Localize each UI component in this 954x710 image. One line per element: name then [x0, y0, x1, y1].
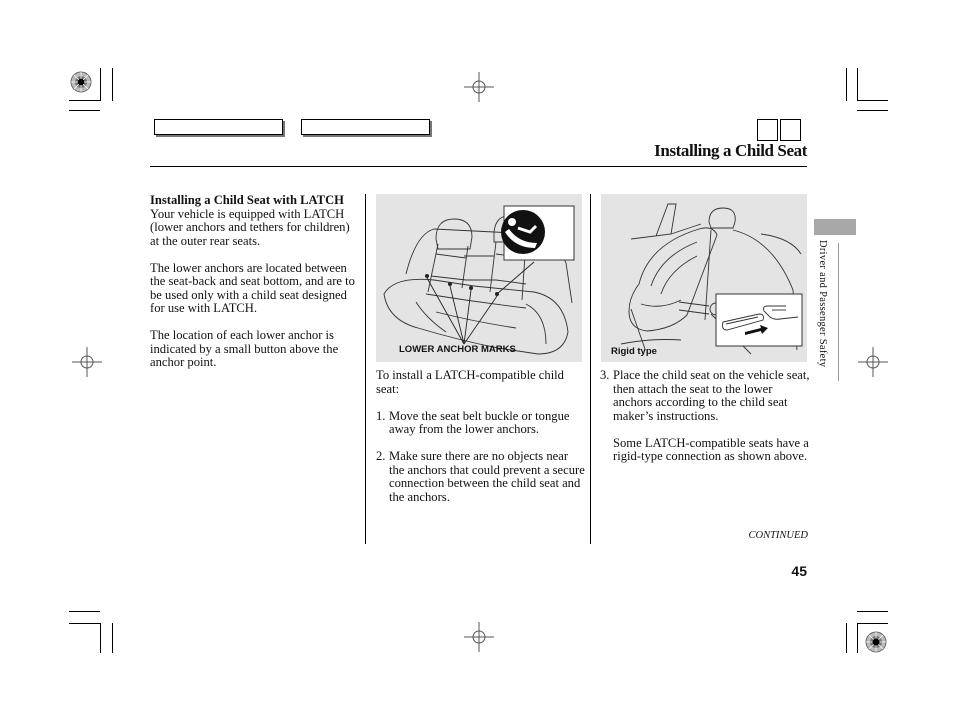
step-text: Move the seat belt buckle or tongue away…: [389, 408, 570, 436]
paragraph: To install a LATCH-compatible child seat…: [376, 368, 564, 396]
step-3: 3. Place the child seat on the vehicle s…: [600, 368, 810, 423]
page-number: 45: [791, 563, 807, 579]
step-1: 1. Move the seat belt buckle or tongue a…: [376, 408, 586, 437]
next-page-button[interactable]: [780, 119, 801, 141]
section-tab-marker[interactable]: [814, 219, 856, 235]
step-text: Place the child seat on the vehicle seat…: [613, 368, 810, 423]
nav-tab-index[interactable]: [301, 119, 430, 135]
crop-mark: [112, 623, 113, 653]
column-divider: [365, 194, 366, 544]
crosshair-target-icon: [858, 347, 888, 377]
crop-mark: [112, 68, 113, 101]
continued-label: CONTINUED: [748, 530, 808, 541]
crop-mark: [857, 110, 888, 111]
header-rule: [150, 166, 807, 167]
section-label: Driver and Passenger Safety: [812, 240, 832, 380]
step-number: 2.: [376, 449, 386, 463]
crop-mark: [69, 100, 100, 101]
paragraph: The location of each lower anchor is ind…: [150, 328, 339, 369]
crosshair-target-icon: [464, 72, 494, 102]
child-seat-anchor-symbol-icon: [501, 210, 545, 254]
registration-target-icon: [865, 631, 887, 653]
crop-mark: [857, 100, 888, 101]
figure-caption: LOWER ANCHOR MARKS: [399, 344, 516, 355]
note: Some LATCH-compatible seats have a rigid…: [613, 435, 809, 463]
crop-mark: [846, 68, 847, 101]
crop-mark: [100, 68, 101, 101]
prev-page-button[interactable]: [757, 119, 778, 141]
crop-mark: [69, 611, 100, 612]
nav-tab-main-menu[interactable]: [154, 119, 283, 135]
column-1: Installing a Child Seat with LATCH Your …: [150, 193, 360, 383]
lower-anchor-figure: LOWER ANCHOR MARKS: [376, 194, 582, 362]
crop-mark: [100, 623, 101, 653]
crop-mark: [69, 110, 100, 111]
rear-seat-illustration: [383, 205, 575, 355]
column-divider: [590, 194, 591, 544]
section-heading: Installing a Child Seat with LATCH: [150, 193, 344, 207]
crop-mark: [857, 623, 858, 653]
section-label-text: Driver and Passenger Safety: [817, 240, 828, 368]
step-number: 3.: [600, 368, 610, 382]
crop-mark: [846, 623, 847, 653]
page-title: Installing a Child Seat: [654, 141, 807, 160]
paragraph: The lower anchors are located between th…: [150, 260, 355, 315]
rigid-child-seat-illustration: [620, 203, 803, 355]
figure-caption: Rigid type: [611, 346, 657, 357]
rigid-type-figure: Rigid type: [601, 194, 807, 362]
paragraph: Your vehicle is equipped with LATCH (low…: [150, 206, 350, 248]
step-2: 2. Make sure there are no objects near t…: [376, 449, 586, 504]
column-3: 3. Place the child seat on the vehicle s…: [600, 368, 810, 464]
crop-mark: [857, 623, 888, 624]
crosshair-target-icon: [72, 347, 102, 377]
step-number: 1.: [376, 408, 386, 423]
crop-mark: [69, 623, 100, 624]
crosshair-target-icon: [464, 622, 494, 652]
column-2: To install a LATCH-compatible child seat…: [376, 368, 586, 504]
step-text: Make sure there are no objects near the …: [389, 449, 585, 504]
side-rule: [838, 243, 839, 381]
crop-mark: [857, 611, 888, 612]
registration-target-icon: [70, 71, 92, 93]
crop-mark: [857, 68, 858, 101]
